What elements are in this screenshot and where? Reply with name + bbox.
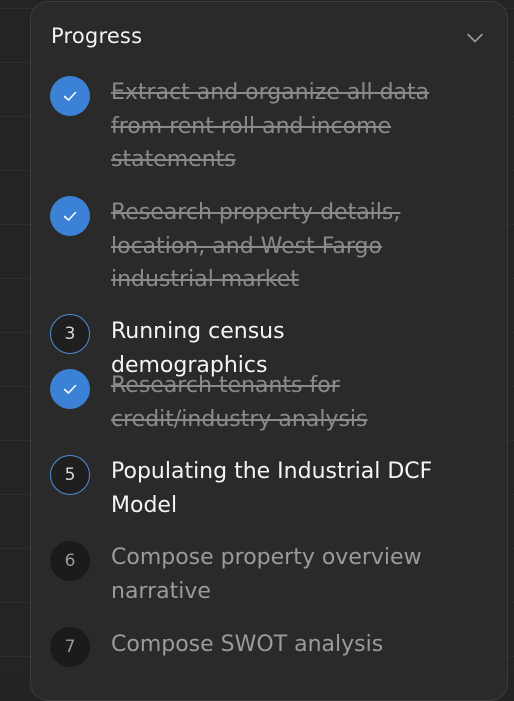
step-label: Populating the Industrial DCF Model [111, 459, 433, 518]
step-label: Compose property overview narrative [111, 545, 422, 604]
step-label: Research property details, location, and… [111, 200, 401, 292]
step-label: Compose SWOT analysis [111, 632, 384, 657]
step-label: Research tenants for credit/industry ana… [111, 373, 368, 432]
step-number: 5 [50, 455, 90, 495]
check-icon [50, 369, 90, 409]
panel-header: Progress [51, 24, 487, 56]
step-label: Extract and organize all data from rent … [111, 80, 430, 172]
step-number: 3 [50, 314, 90, 354]
step-number: 6 [50, 541, 90, 581]
progress-panel: Progress Extract and organize all data f… [30, 1, 508, 701]
check-icon [50, 196, 90, 236]
panel-title: Progress [51, 24, 143, 48]
chevron-down-icon[interactable] [463, 26, 487, 50]
check-icon [50, 76, 90, 116]
step-number: 7 [50, 627, 90, 667]
